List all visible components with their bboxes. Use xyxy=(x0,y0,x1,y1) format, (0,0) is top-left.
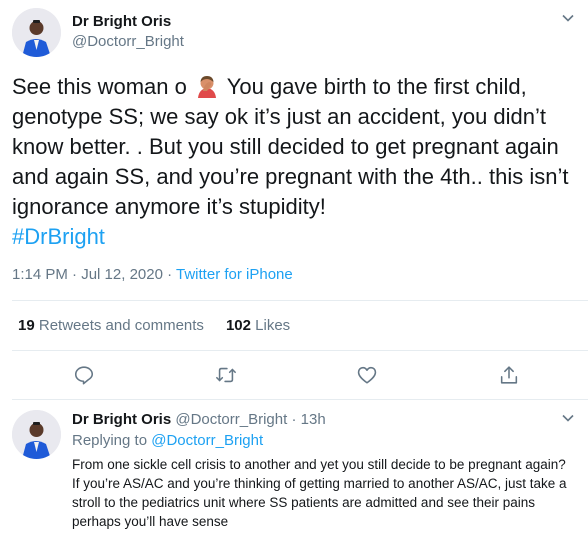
retweets-label: Retweets and comments xyxy=(38,317,204,334)
author-name[interactable]: Dr Bright Oris xyxy=(72,13,171,30)
tweet-timestamp: 1:14 PM · Jul 12, 2020 · Twitter for iPh… xyxy=(12,266,293,283)
author-avatar[interactable] xyxy=(12,8,61,57)
reply-header: Dr Bright Oris @Doctorr_Bright · 13h xyxy=(72,411,326,428)
reply-paragraph-2: If you’re AS/AC and you’re thinking of g… xyxy=(72,476,567,529)
reply-author-handle[interactable]: @Doctorr_Bright xyxy=(175,411,287,428)
retweet-icon[interactable] xyxy=(215,364,237,386)
hashtag-link[interactable]: #DrBright xyxy=(12,222,582,252)
share-icon[interactable] xyxy=(498,364,520,386)
reply-time[interactable]: 13h xyxy=(301,411,326,428)
engagement-stats: 19 Retweets and comments 102 Likes xyxy=(18,317,290,334)
meta-separator-2: · xyxy=(162,266,177,283)
chevron-down-icon[interactable] xyxy=(562,12,574,24)
reply-paragraph-1: From one sickle cell crisis to another a… xyxy=(72,457,566,472)
retweets-count: 19 xyxy=(18,317,35,334)
reply-separator: · xyxy=(287,411,301,428)
reply-author-avatar[interactable] xyxy=(12,410,61,459)
main-tweet: Dr Bright Oris @Doctorr_Bright See this … xyxy=(0,0,588,400)
person-facepalming-icon xyxy=(195,74,219,98)
reply-text: From one sickle cell crisis to another a… xyxy=(72,455,584,531)
author-handle[interactable]: @Doctorr_Bright xyxy=(72,33,184,50)
likes-stat[interactable]: 102 Likes xyxy=(226,317,290,334)
replying-label: Replying to xyxy=(72,432,148,449)
like-icon[interactable] xyxy=(356,364,378,386)
reply-author-name[interactable]: Dr Bright Oris xyxy=(72,411,171,428)
reply-tweet[interactable]: Dr Bright Oris @Doctorr_Bright · 13h Rep… xyxy=(0,400,588,558)
meta-separator-1: · xyxy=(67,266,82,283)
likes-count: 102 xyxy=(225,317,251,334)
tweet-time[interactable]: 1:14 PM xyxy=(12,266,68,283)
likes-label: Likes xyxy=(255,317,291,334)
tweet-text-start: See this woman o xyxy=(12,74,187,99)
reply-icon[interactable] xyxy=(73,364,95,386)
chevron-down-icon[interactable] xyxy=(562,412,574,424)
divider xyxy=(12,300,588,301)
replying-mention[interactable]: @Doctorr_Bright xyxy=(151,432,263,449)
tweet-text: See this woman o You gave birth to the f… xyxy=(12,72,582,252)
replying-to: Replying to @Doctorr_Bright xyxy=(72,432,263,449)
retweets-stat[interactable]: 19 Retweets and comments xyxy=(18,317,204,334)
divider xyxy=(12,350,588,351)
tweet-source[interactable]: Twitter for iPhone xyxy=(176,266,293,283)
tweet-date[interactable]: Jul 12, 2020 xyxy=(81,266,163,283)
